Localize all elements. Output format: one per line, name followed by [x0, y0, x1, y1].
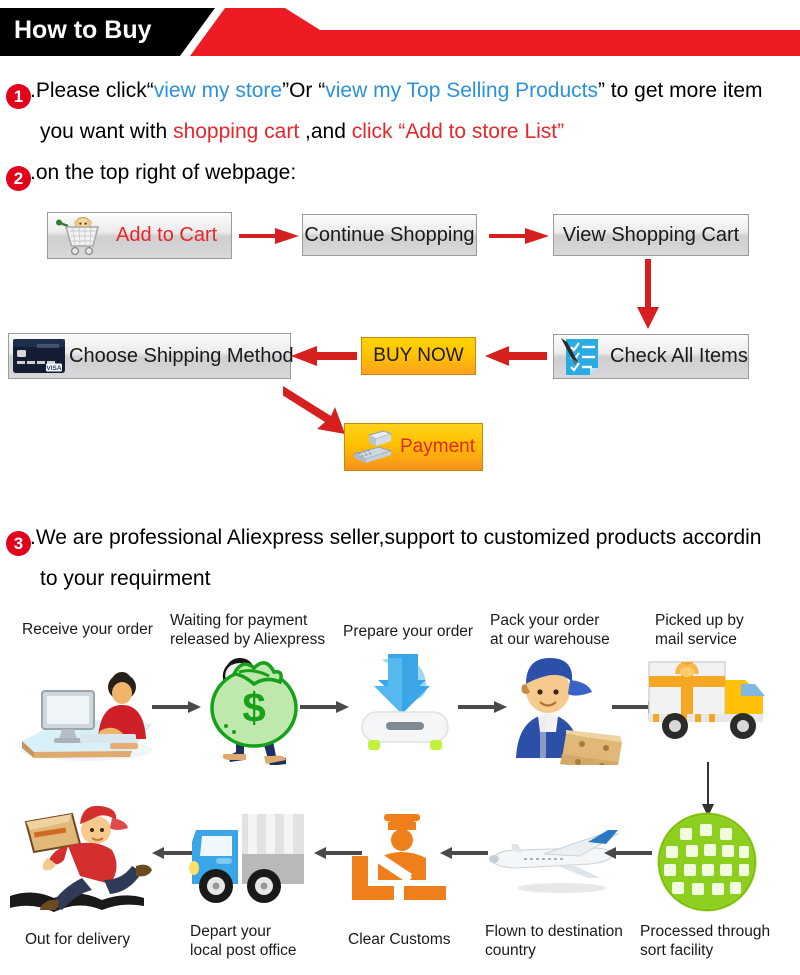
- process-label-pack-your-order: Pack your order at our warehouse: [490, 612, 610, 648]
- checklist-pen-icon: [558, 336, 604, 378]
- svg-text:VISA: VISA: [46, 365, 61, 372]
- choose-shipping-method-label: Choose Shipping Method: [69, 344, 294, 367]
- page-header-banner: How to Buy: [0, 8, 800, 56]
- instruction-1-text-a: .Please click: [30, 79, 147, 102]
- instruction-1-text-e: ,and: [299, 120, 352, 143]
- instruction-1-text-c: ” to get more item: [597, 79, 763, 102]
- instruction-2-text: .on the top right of webpage:: [30, 161, 297, 184]
- process-label-clear-customs: Clear Customs: [348, 931, 451, 948]
- download-box-icon: [352, 652, 462, 762]
- courier-running-icon: [8, 800, 158, 917]
- step-number-1: 1: [6, 84, 31, 109]
- shopping-cart-icon: [54, 216, 106, 256]
- green-globe-icon: [646, 812, 768, 917]
- instruction-1-text-b: ”Or “: [282, 79, 326, 102]
- add-to-cart-button[interactable]: Add to Cart: [47, 212, 232, 259]
- instruction-3-line-1: 3 .We are professional Aliexpress seller,…: [6, 517, 761, 558]
- instruction-1-line-2: you want with shopping cart ,and click “…: [40, 111, 564, 152]
- credit-card-icon: VISA: [13, 339, 65, 373]
- process-label-processed-through-sort-facility: Processed through sort facility: [640, 923, 771, 959]
- instruction-3-text-b: to your requirment: [40, 567, 211, 590]
- highlight-shopping-cart: shopping cart: [173, 120, 300, 143]
- link-view-my-top-selling-products[interactable]: view my Top Selling Products: [325, 79, 598, 102]
- instruction-3-line-2: to your requirment: [40, 558, 210, 599]
- choose-shipping-method-button[interactable]: VISA Choose Shipping Method: [8, 333, 294, 379]
- blue-post-truck-icon: [186, 798, 312, 915]
- instruction-2-line-1: 2 .on the top right of webpage:: [6, 152, 296, 193]
- buy-now-button[interactable]: BUY NOW: [361, 337, 476, 375]
- payment-label: Payment: [400, 436, 475, 457]
- add-to-cart-label: Add to Cart: [116, 224, 218, 246]
- view-shopping-cart-label: View Shopping Cart: [562, 223, 740, 246]
- highlight-add-to-store-list: click “Add to store List”: [351, 120, 565, 143]
- red-arrow-left-2: [291, 346, 357, 366]
- process-label-waiting-for-payment: Waiting for payment released by Aliexpres…: [170, 612, 326, 648]
- process-arrow-right-2: [300, 701, 349, 713]
- red-arrow-right-1: [239, 228, 299, 244]
- payment-button[interactable]: Payment: [344, 423, 483, 471]
- airplane-icon: [484, 812, 624, 901]
- check-all-items-button[interactable]: Check All Items: [553, 334, 749, 379]
- continue-shopping-label: Continue Shopping: [304, 223, 475, 246]
- process-arrow-down: [702, 762, 714, 817]
- cash-register-icon: [349, 427, 394, 467]
- buy-now-label: BUY NOW: [373, 345, 464, 366]
- continue-shopping-button[interactable]: Continue Shopping: [302, 214, 477, 256]
- process-label-depart-your-local-post-office: Depart your local post office: [190, 923, 297, 959]
- process-label-picked-up-by-mail-service: Picked up by mail service: [655, 612, 744, 648]
- check-all-items-label: Check All Items: [610, 345, 748, 367]
- instruction-3-text-a: .We are professional Aliexpress seller,s…: [30, 526, 762, 549]
- red-arrow-down-1: [637, 259, 659, 329]
- process-label-flown-to-destination-country: Flown to destination country: [485, 923, 623, 959]
- page-title: How to Buy: [14, 16, 152, 44]
- step-number-3: 3: [6, 531, 31, 556]
- person-at-computer-icon: [14, 655, 154, 770]
- customs-officer-icon: [348, 812, 456, 913]
- instruction-1-line-1: 1 .Please click“view my store”Or “view my…: [6, 70, 763, 111]
- process-label-prepare-your-order: Prepare your order: [343, 623, 474, 640]
- process-label-receive-your-order: Receive your order: [22, 621, 153, 638]
- process-label-out-for-delivery: Out for delivery: [25, 931, 131, 948]
- instruction-1-text-d: you want with: [40, 120, 174, 143]
- svg-text:$: $: [242, 684, 265, 731]
- red-arrow-left-1: [485, 346, 547, 366]
- delivery-truck-gift-icon: [645, 650, 775, 760]
- process-arrow-left-4: [604, 847, 652, 859]
- link-view-my-store[interactable]: view my store: [154, 79, 282, 102]
- warehouse-worker-icon: [500, 650, 630, 772]
- step-number-2: 2: [6, 166, 31, 191]
- instruction-1-quote-open: “: [146, 79, 154, 102]
- view-shopping-cart-button[interactable]: View Shopping Cart: [553, 214, 749, 256]
- process-arrow-left-3: [440, 847, 488, 859]
- red-arrow-right-2: [489, 228, 549, 244]
